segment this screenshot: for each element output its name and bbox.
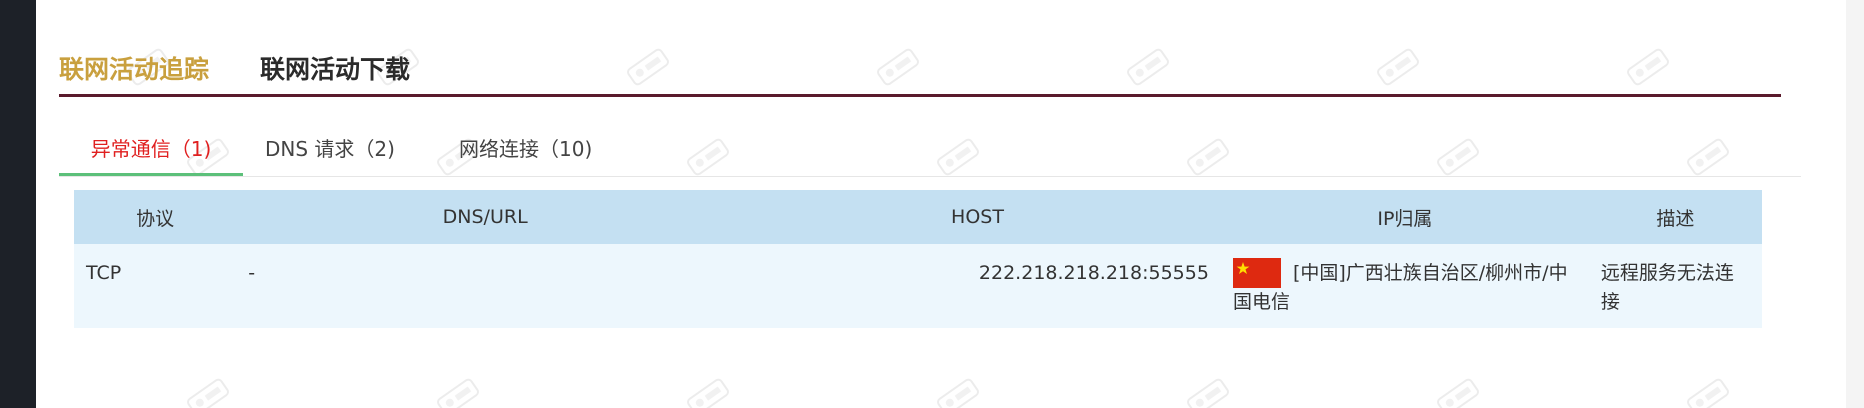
ip-location-text: [中国]广西壮族自治区/柳州市/中国电信	[1232, 262, 1568, 313]
tab-network-connections[interactable]: 网络连接（10)	[459, 126, 629, 174]
scrollbar-track[interactable]	[1846, 0, 1864, 408]
column-header-host[interactable]: HOST	[734, 190, 1221, 244]
column-header-ip-location[interactable]: IP归属	[1221, 190, 1589, 244]
watermark-stamp	[680, 370, 736, 408]
tab-dns-requests[interactable]: DNS 请求（2)	[265, 126, 425, 174]
cell-protocol: TCP	[86, 262, 122, 284]
column-header-protocol[interactable]: 协议	[74, 190, 236, 244]
abnormal-traffic-table: 协议 DNS/URL HOST IP归属 描述 TCP - 222.218.21…	[74, 190, 1762, 328]
subtab-bar: 异常通信（1) DNS 请求（2) 网络连接（10)	[59, 126, 1801, 177]
title-tab-tracking[interactable]: 联网活动追踪	[59, 52, 209, 88]
tab-abnormal-communication[interactable]: 异常通信（1)	[59, 126, 243, 176]
watermark-stamp	[430, 370, 486, 408]
watermark-stamp	[1680, 370, 1736, 408]
table-header-row: 协议 DNS/URL HOST IP归属 描述	[74, 190, 1762, 244]
cell-dns-url: -	[248, 262, 256, 284]
cell-ip-location: [中国]广西壮族自治区/柳州市/中国电信	[1221, 244, 1589, 328]
column-header-description[interactable]: 描述	[1589, 190, 1762, 244]
watermark-stamp	[1180, 370, 1236, 408]
column-header-dns-url[interactable]: DNS/URL	[236, 190, 734, 244]
cell-host: 222.218.218.218:55555	[978, 262, 1209, 284]
watermark-stamp	[1430, 370, 1486, 408]
title-tab-download[interactable]: 联网活动下载	[260, 52, 410, 88]
table-row[interactable]: TCP - 222.218.218.218:55555 [中国]广西壮族自治区/…	[74, 244, 1762, 328]
china-flag-icon	[1232, 258, 1281, 288]
cell-description: 远程服务无法连接	[1600, 262, 1734, 313]
watermark-stamp	[180, 370, 236, 408]
section-title-bar: 联网活动追踪 联网活动下载	[59, 52, 1781, 97]
watermark-stamp	[930, 370, 986, 408]
left-sidebar-rail	[0, 0, 36, 408]
